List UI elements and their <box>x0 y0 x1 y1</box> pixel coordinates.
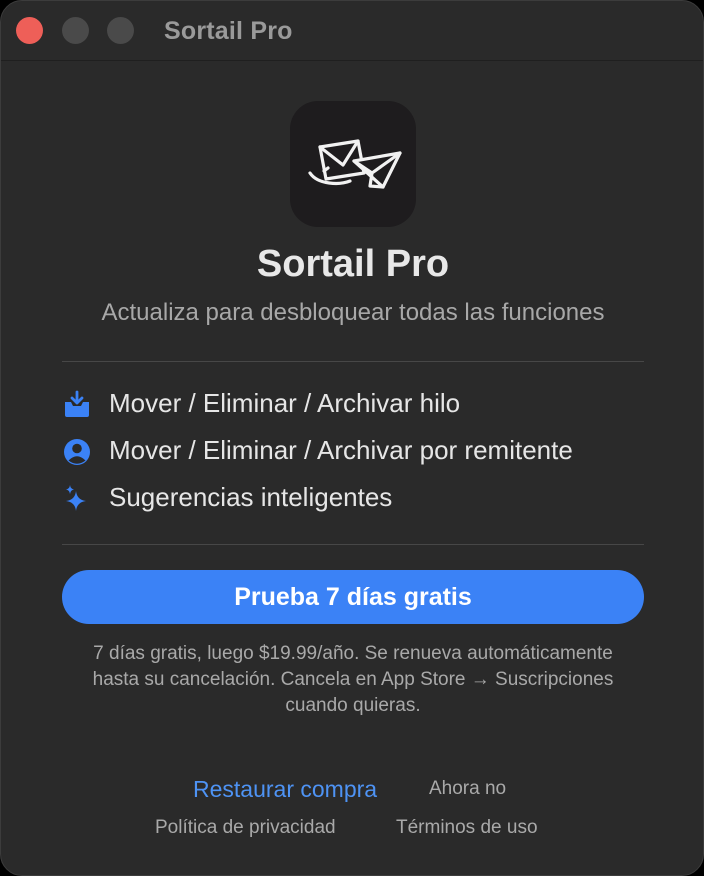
app-name-heading: Sortail Pro <box>256 243 450 285</box>
minimize-window-button[interactable] <box>62 17 89 44</box>
feature-label: Mover / Eliminar / Archivar por remitent… <box>109 435 573 465</box>
feature-item-smart-suggestions: Sugerencias inteligentes <box>62 481 662 515</box>
terms-line: cuando quieras. <box>285 695 421 716</box>
feature-label: Mover / Eliminar / Archivar hilo <box>109 388 461 418</box>
feature-item-sender-actions: Mover / Eliminar / Archivar por remitent… <box>62 434 662 468</box>
inbox-tray-icon <box>62 390 92 420</box>
feature-label: Sugerencias inteligentes <box>109 482 393 512</box>
divider <box>62 361 644 362</box>
subscription-terms-text: 7 días gratis, luego $19.99/año. Se renu… <box>53 641 653 719</box>
app-subtitle: Actualiza para desbloquear todas las fun… <box>101 299 605 326</box>
start-free-trial-button[interactable]: Prueba 7 días gratis <box>62 570 644 624</box>
person-circle-icon <box>62 437 92 467</box>
sparkles-icon <box>62 484 92 514</box>
title-bar[interactable]: Sortail Pro <box>1 1 703 61</box>
terms-line: hasta su cancelación. Cancela en App Sto… <box>92 669 614 690</box>
terms-of-use-link[interactable]: Términos de uso <box>396 817 538 839</box>
paywall-window: Sortail Pro Sortail Pro Actualiza para d… <box>0 0 704 876</box>
envelope-paper-plane-icon <box>290 101 416 227</box>
zoom-window-button[interactable] <box>107 17 134 44</box>
restore-purchase-link[interactable]: Restaurar compra <box>193 776 377 803</box>
window-title: Sortail Pro <box>164 17 293 45</box>
terms-line: 7 días gratis, luego $19.99/año. Se renu… <box>93 643 613 664</box>
feature-item-thread-actions: Mover / Eliminar / Archivar hilo <box>62 387 662 421</box>
not-now-button[interactable]: Ahora no <box>429 778 506 800</box>
close-window-button[interactable] <box>16 17 43 44</box>
divider <box>62 544 644 545</box>
privacy-policy-link[interactable]: Política de privacidad <box>155 817 336 839</box>
